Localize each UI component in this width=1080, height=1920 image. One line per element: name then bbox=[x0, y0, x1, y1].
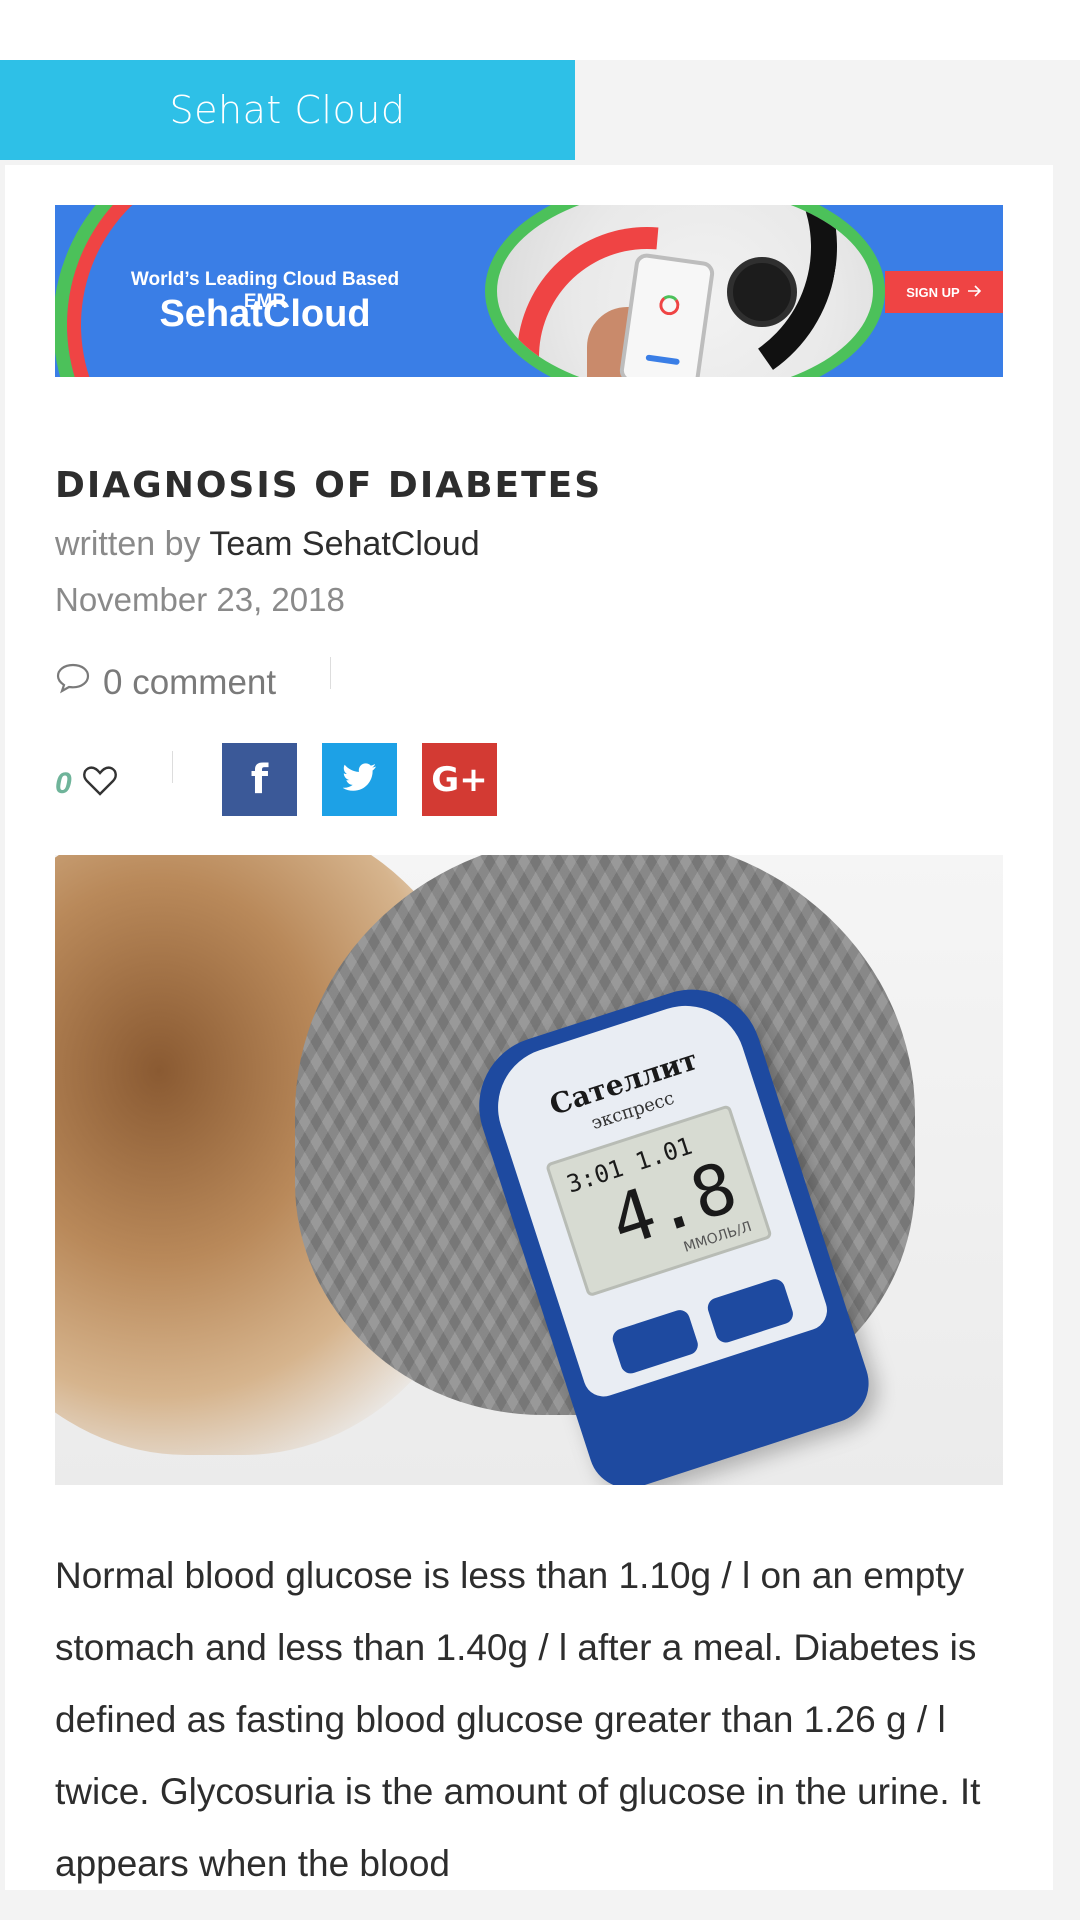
twitter-icon bbox=[342, 763, 377, 796]
facebook-icon: f bbox=[250, 756, 269, 803]
byline-prefix: written by bbox=[55, 525, 201, 563]
post-date: November 23, 2018 bbox=[55, 581, 345, 618]
post-title: DIAGNOSIS OF DIABETES bbox=[55, 465, 603, 506]
meter-button-right bbox=[705, 1276, 796, 1346]
arrow-right-icon bbox=[967, 284, 982, 300]
article-hero-image: Сателлит экспресс 3:01 1.01 4.8 ММОЛЬ/Л bbox=[55, 855, 1003, 1485]
heart-icon[interactable] bbox=[82, 765, 118, 802]
like-count: 0 bbox=[55, 766, 72, 800]
article-body: Normal blood glucose is less than 1.10g … bbox=[55, 1555, 981, 1884]
app-logo-icon bbox=[658, 293, 681, 317]
app-button-graphic bbox=[645, 354, 680, 366]
coffee-cup-graphic bbox=[727, 257, 797, 327]
divider bbox=[330, 657, 331, 689]
banner-brand: SehatCloud bbox=[159, 293, 371, 335]
meter-button-left bbox=[610, 1307, 701, 1377]
google-plus-icon: G+ bbox=[431, 759, 488, 800]
site-title: Sehat Cloud bbox=[169, 88, 406, 132]
banner-photo bbox=[485, 205, 885, 377]
like-widget[interactable]: 0 bbox=[55, 765, 118, 802]
author-link[interactable]: Team SehatCloud bbox=[209, 525, 479, 563]
share-googleplus-button[interactable]: G+ bbox=[422, 743, 497, 816]
site-title-tab[interactable]: Sehat Cloud bbox=[0, 60, 575, 160]
comments-link[interactable]: 0 comment bbox=[55, 662, 276, 703]
signup-button[interactable]: SIGN UP bbox=[885, 271, 1003, 313]
signup-label: SIGN UP bbox=[906, 284, 960, 300]
byline: written by Team SehatCloud bbox=[55, 525, 480, 564]
share-twitter-button[interactable] bbox=[322, 743, 397, 816]
phone-icon bbox=[618, 252, 716, 377]
article-card: World’s Leading Cloud Based EMR SehatClo… bbox=[5, 165, 1053, 1890]
status-area bbox=[0, 0, 1080, 60]
comment-bubble-icon bbox=[55, 662, 91, 703]
divider bbox=[172, 751, 173, 783]
share-facebook-button[interactable]: f bbox=[222, 743, 297, 816]
promo-banner[interactable]: World’s Leading Cloud Based EMR SehatClo… bbox=[55, 205, 1003, 377]
comments-count: 0 comment bbox=[103, 662, 277, 702]
page-footer-strip bbox=[0, 1890, 1080, 1920]
